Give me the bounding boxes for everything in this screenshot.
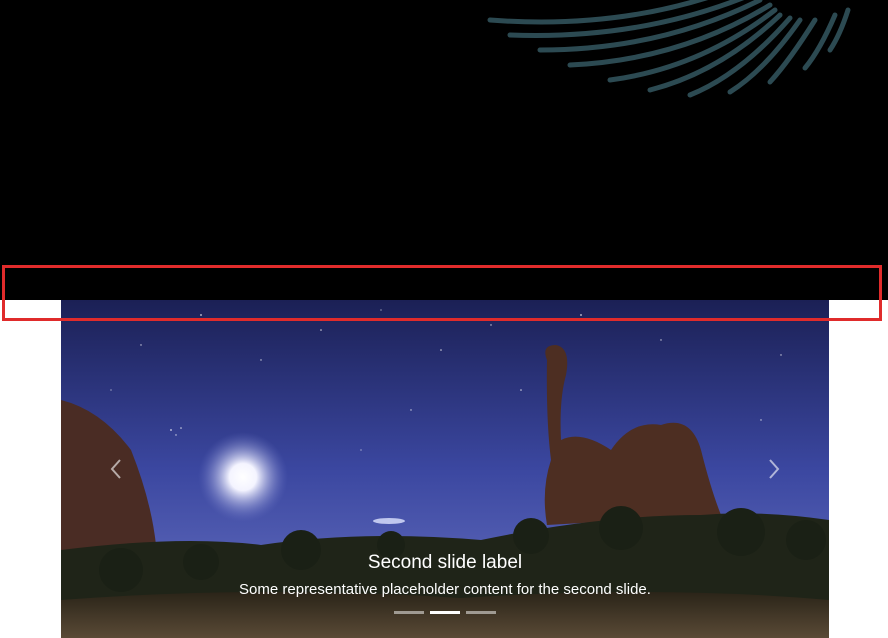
palm-leaf-decoration xyxy=(487,0,851,98)
hero-banner xyxy=(0,0,888,300)
slide-text: Some representative placeholder content … xyxy=(239,581,651,598)
chevron-right-icon xyxy=(769,459,780,479)
slide-label: Second slide label xyxy=(367,552,523,573)
image-carousel[interactable]: Second slide label Some representative p… xyxy=(61,300,829,638)
chevron-left-icon xyxy=(110,459,121,479)
carousel-indicator-3[interactable] xyxy=(466,611,496,614)
carousel-indicator-2[interactable] xyxy=(430,611,460,614)
carousel-indicator-1[interactable] xyxy=(394,611,424,614)
carousel-caption: Second slide label Some representative p… xyxy=(61,550,829,600)
carousel-indicators xyxy=(61,611,829,614)
